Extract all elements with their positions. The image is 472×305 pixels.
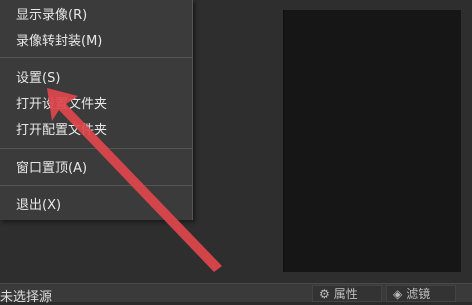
arrow-shape — [47, 88, 222, 272]
annotation-arrow-icon — [47, 88, 222, 272]
